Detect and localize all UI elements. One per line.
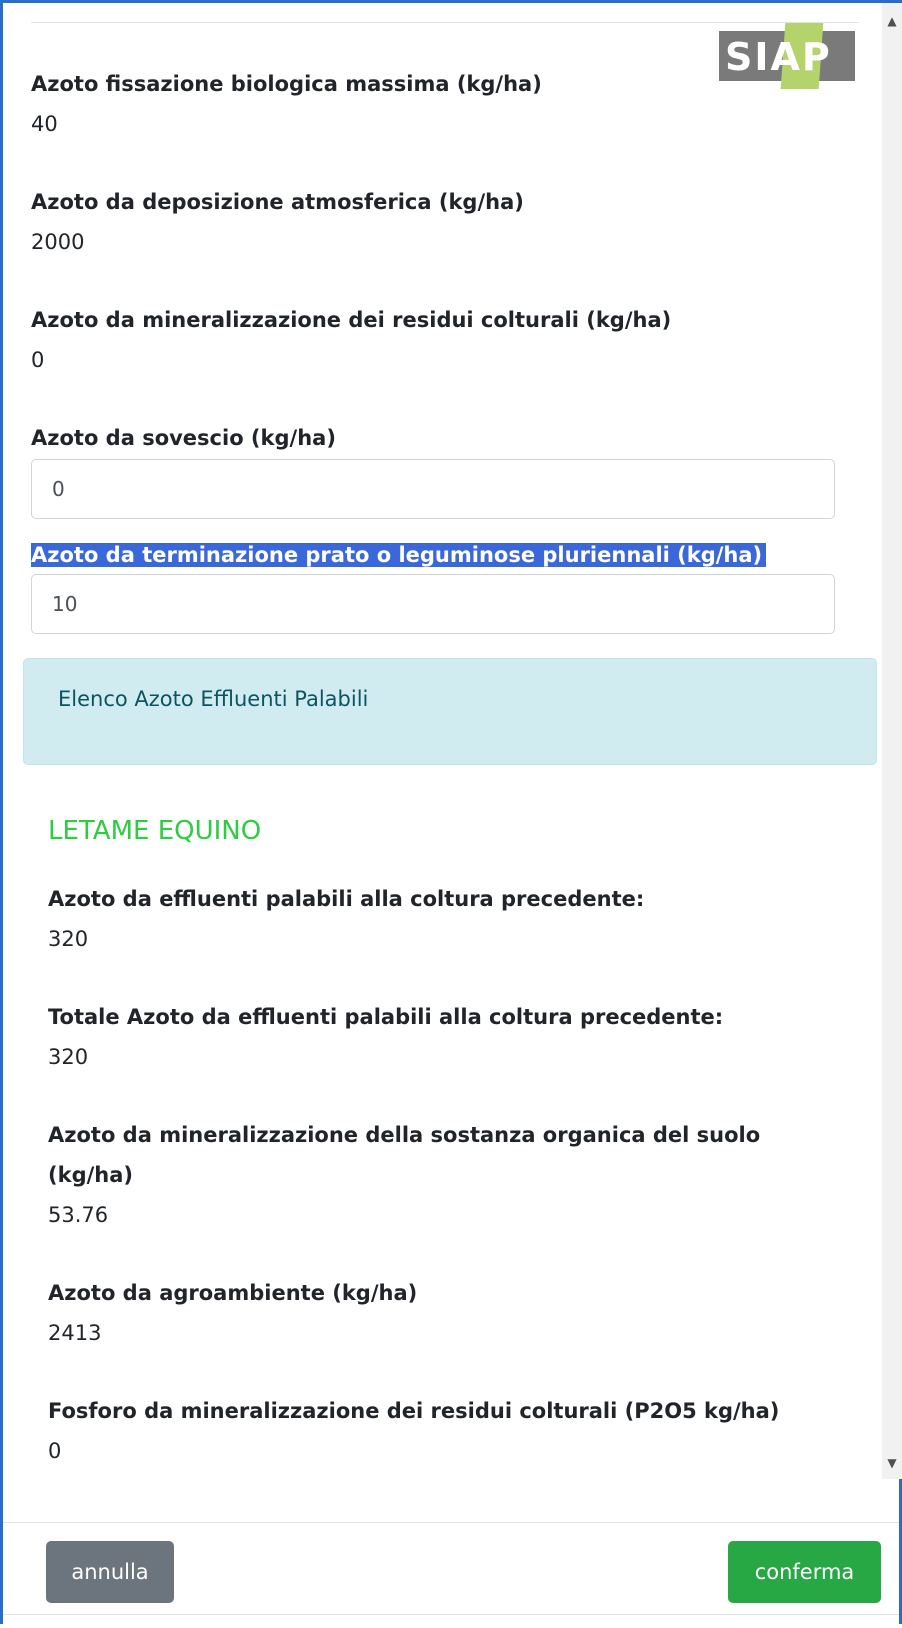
scroll-thumb[interactable] <box>886 33 898 1443</box>
confirm-button[interactable]: conferma <box>728 1541 881 1603</box>
section-title: LETAME EQUINO <box>48 816 262 846</box>
label-agroenvironment: Azoto da agroambiente (kg/ha) <box>48 1281 418 1305</box>
label-green-manure: Azoto da sovescio (kg/ha) <box>31 426 336 450</box>
value-soil-organic-mineralization: 53.76 <box>48 1203 109 1227</box>
green-manure-input[interactable] <box>31 459 835 519</box>
bottom-divider <box>3 1614 899 1615</box>
label-soil-organic-mineralization-unit: (kg/ha) <box>48 1163 133 1187</box>
scroll-up-arrow-icon[interactable]: ▲ <box>882 11 902 31</box>
vertical-scrollbar[interactable]: ▲ ▼ <box>882 3 902 1479</box>
value-max-biological-fixation: 40 <box>31 112 58 136</box>
label-phosphorus-residues: Fosforo da mineralizzazione dei residui … <box>48 1399 780 1423</box>
info-alert: Elenco Azoto Effluenti Palabili <box>23 658 877 765</box>
meadow-termination-input[interactable] <box>31 574 835 634</box>
value-total-effluent-previous-crop: 320 <box>48 1045 89 1069</box>
logo-text: SIAP <box>725 35 832 79</box>
siap-logo: SIAP <box>719 21 855 91</box>
value-effluent-previous-crop: 320 <box>48 927 89 951</box>
value-crop-residue-mineralization: 0 <box>31 348 45 372</box>
modal-footer: annulla conferma <box>3 1522 899 1628</box>
scroll-down-arrow-icon[interactable]: ▼ <box>882 1453 902 1473</box>
alert-text: Elenco Azoto Effluenti Palabili <box>58 687 369 711</box>
modal-dialog: SIAP Azoto fissazione biologica massima … <box>0 0 902 1628</box>
value-phosphorus-residues: 0 <box>48 1439 62 1463</box>
modal-body[interactable]: SIAP Azoto fissazione biologica massima … <box>3 3 882 1479</box>
selected-text: Azoto da terminazione prato o leguminose… <box>31 543 767 567</box>
label-atmospheric-deposition: Azoto da deposizione atmosferica (kg/ha) <box>31 190 524 214</box>
label-soil-organic-mineralization: Azoto da mineralizzazione della sostanza… <box>48 1123 761 1147</box>
label-total-effluent-previous-crop: Totale Azoto da effluenti palabili alla … <box>48 1005 724 1029</box>
label-effluent-previous-crop: Azoto da effluenti palabili alla coltura… <box>48 887 645 911</box>
label-max-biological-fixation: Azoto fissazione biologica massima (kg/h… <box>31 72 542 96</box>
label-meadow-termination: Azoto da terminazione prato o leguminose… <box>31 536 767 574</box>
value-agroenvironment: 2413 <box>48 1321 102 1345</box>
label-crop-residue-mineralization: Azoto da mineralizzazione dei residui co… <box>31 308 672 332</box>
value-atmospheric-deposition: 2000 <box>31 230 85 254</box>
cancel-button[interactable]: annulla <box>46 1541 174 1603</box>
